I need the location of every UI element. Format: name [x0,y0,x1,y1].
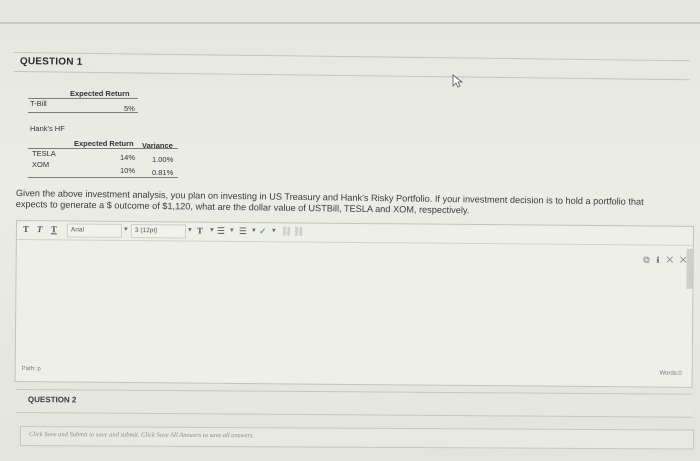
hf-row-name: XOM [32,160,50,169]
save-instructions-box: Click Save and Submit to save and submit… [19,426,694,450]
answer-editor: T T T Arial ▼ 3 (12pt) ▼ T ▼ ☰ ▼ ☰ ▼ ✓ ▼… [14,220,694,388]
font-size-select[interactable]: 3 (12pt) [130,224,186,239]
chevron-down-icon[interactable]: ▼ [123,227,129,233]
chevron-down-icon[interactable]: ▼ [251,228,257,234]
page: QUESTION 1 Expected Return T-Bill 5% Han… [0,0,700,461]
question-2-header: QUESTION 2 [15,389,692,418]
spellcheck-icon[interactable]: ✓ [259,226,267,237]
italic-button[interactable]: T [37,224,43,234]
font-family-select[interactable]: Arial [66,223,122,238]
mouse-cursor-icon [452,74,464,88]
font-size-value: 3 (12pt) [134,227,158,235]
chevron-down-icon[interactable]: ▼ [229,228,235,234]
font-family-value: Arial [70,226,84,234]
numbered-list-button[interactable]: ☰ [239,226,247,237]
hf-header-return: Expected Return [74,139,134,148]
link-icon[interactable]: ⛓ [281,226,293,237]
tbill-label: T-Bill [30,99,47,108]
hf-bottom-rule [28,177,178,178]
tbill-header: Expected Return [70,89,130,98]
chevron-down-icon[interactable]: ▼ [209,228,215,234]
tbill-bottom-rule [28,112,138,113]
save-instructions-text: Click Save and Submit to save and submit… [28,431,255,440]
answer-text-area[interactable] [16,240,693,370]
hf-row-name: TESLA [32,149,56,158]
chevron-down-icon[interactable]: ▼ [187,227,193,233]
hanks-hf-label: Hank's HF [30,124,65,133]
hf-row-return: 14% [120,153,136,162]
question-text: Given the above investment analysis, you… [16,188,696,218]
hf-row-variance: 1.00% [152,155,174,164]
top-divider [0,22,700,24]
hf-row-variance: 0.81% [152,168,174,177]
bold-button[interactable]: T [23,224,29,234]
underline-button[interactable]: T [51,224,57,234]
question-1-title: QUESTION 1 [19,56,83,68]
hf-row-return: 10% [120,166,136,175]
word-count: Words:0 [659,370,682,377]
text-color-button[interactable]: T [197,226,203,236]
question-2-title: QUESTION 2 [27,395,77,405]
path-label: Path: p [21,366,41,373]
unlink-icon[interactable]: ⛓ [293,226,305,237]
bullet-list-button[interactable]: ☰ [217,226,225,237]
chevron-down-icon[interactable]: ▼ [271,228,277,234]
question-1-header: QUESTION 1 [13,52,690,81]
editor-scrollbar[interactable] [686,248,693,289]
